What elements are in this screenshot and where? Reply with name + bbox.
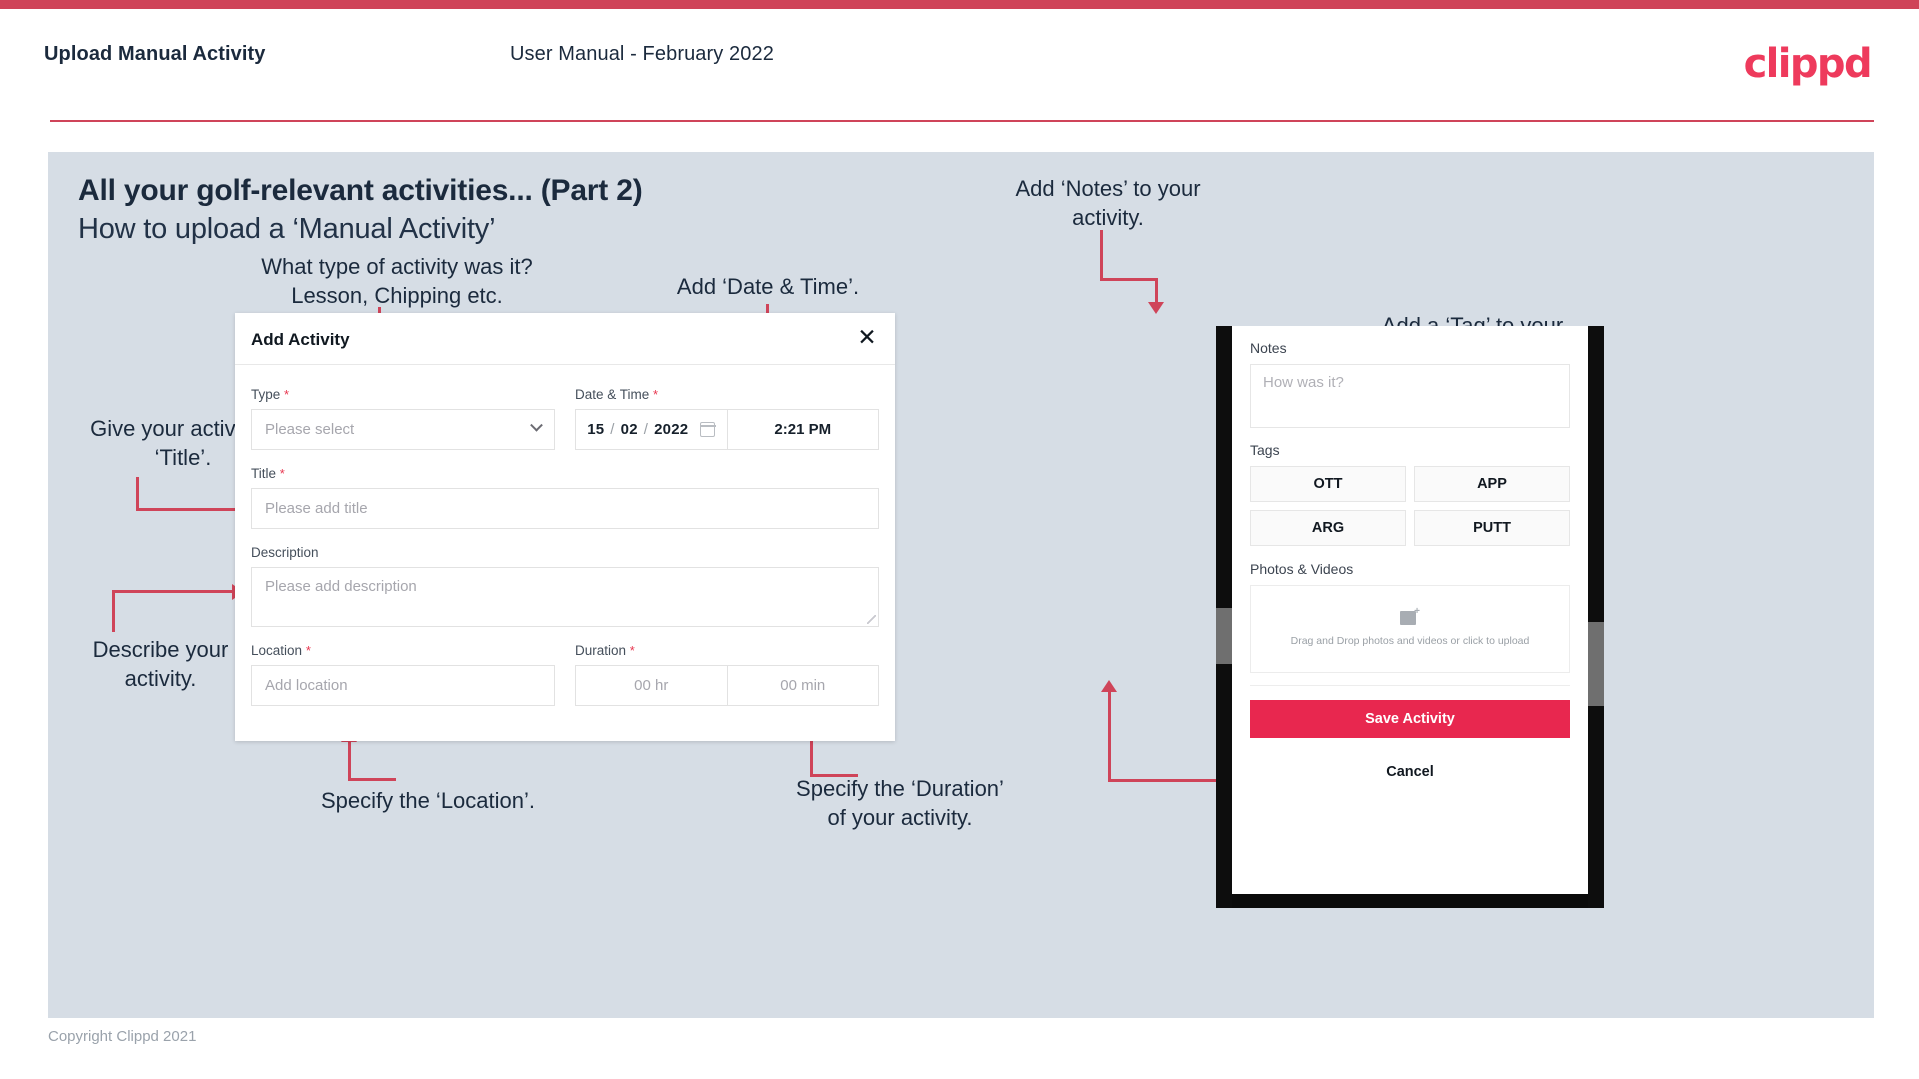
close-icon[interactable]: ✕ [853, 323, 881, 351]
header-center-title: User Manual - February 2022 [510, 43, 774, 65]
notes-placeholder: How was it? [1263, 374, 1344, 391]
cancel-button[interactable]: Cancel [1250, 764, 1570, 780]
date-year: 2022 [654, 421, 689, 438]
description-textarea[interactable]: Please add description [251, 567, 879, 627]
arrow-notes-seg-h [1100, 278, 1158, 281]
page-title: All your golf-relevant activities... (Pa… [78, 174, 643, 207]
arrow-title-seg-h [136, 508, 248, 511]
annotation-datetime: Add ‘Date & Time’. [676, 274, 860, 299]
date-sep-1: / [610, 421, 615, 438]
slide-page: Upload Manual Activity User Manual - Feb… [0, 0, 1919, 1079]
arrow-save-seg-v [1108, 692, 1111, 781]
datetime-control: 15 / 02 / 2022 2:21 PM [575, 409, 879, 450]
form-row-location-duration: Location * Add location Duration * 00 hr… [251, 643, 879, 706]
title-label: Title * [251, 466, 285, 481]
dialog-title: Add Activity [251, 330, 350, 349]
arrow-duration-seg-v [810, 740, 813, 776]
description-label: Description [251, 545, 319, 560]
type-select[interactable]: Please select [251, 409, 555, 450]
duration-control: 00 hr 00 min [575, 665, 879, 706]
field-datetime: Date & Time * 15 / 02 / 2022 2:21 PM [575, 387, 879, 450]
duration-label: Duration * [575, 643, 635, 658]
activity-form: Type * Please select Date & Time * 15 / … [235, 365, 895, 706]
arrow-title-seg-v [136, 477, 139, 510]
datetime-label: Date & Time * [575, 387, 659, 402]
arrow-duration-seg-h [810, 774, 858, 777]
add-image-icon: + [1400, 607, 1420, 626]
arrow-notes-seg-v1 [1100, 230, 1103, 280]
phone-left-bezel [1216, 326, 1232, 908]
duration-minutes-input[interactable]: 00 min [726, 666, 879, 705]
header-left-title: Upload Manual Activity [44, 43, 266, 65]
header-divider [50, 120, 1874, 122]
required-marker: * [284, 387, 290, 402]
tag-button-putt[interactable]: PUTT [1414, 510, 1570, 546]
phone-power-button [1588, 622, 1604, 706]
clippd-logo: clippd [1743, 41, 1873, 87]
title-input[interactable]: Please add title [251, 488, 879, 529]
required-marker: * [653, 387, 659, 402]
description-placeholder: Please add description [265, 578, 417, 595]
required-marker: * [279, 466, 285, 481]
tag-button-ott[interactable]: OTT [1250, 466, 1406, 502]
calendar-icon[interactable] [699, 422, 716, 437]
date-day: 15 [587, 421, 605, 438]
tag-button-arg[interactable]: ARG [1250, 510, 1406, 546]
phone-divider [1250, 685, 1570, 686]
arrow-desc-seg-v [112, 590, 115, 632]
field-type: Type * Please select [251, 387, 555, 450]
footer-copyright: Copyright Clippd 2021 [48, 1028, 197, 1045]
field-location: Location * Add location [251, 643, 555, 706]
phone-volume-button [1216, 608, 1232, 664]
field-description: Description Please add description [251, 545, 879, 627]
type-placeholder: Please select [265, 421, 355, 438]
location-label: Location * [251, 643, 311, 658]
phone-mockup: Notes How was it? Tags OTT APP ARG PUTT … [1216, 326, 1604, 908]
arrow-location-seg-v [348, 742, 351, 780]
form-row-type-datetime: Type * Please select Date & Time * 15 / … [251, 387, 879, 450]
chevron-down-icon [530, 418, 543, 432]
field-duration: Duration * 00 hr 00 min [575, 643, 879, 706]
phone-right-bezel [1588, 326, 1604, 908]
location-placeholder: Add location [265, 677, 348, 694]
save-activity-button[interactable]: Save Activity [1250, 700, 1570, 738]
arrow-desc-seg-h [112, 590, 234, 593]
dialog-header: Add Activity ✕ [235, 313, 895, 365]
tags-group: OTT APP ARG PUTT [1250, 466, 1570, 546]
photos-label: Photos & Videos [1250, 561, 1354, 577]
date-input[interactable]: 15 / 02 / 2022 [576, 410, 727, 449]
field-title: Title * Please add title [251, 466, 879, 529]
tag-button-app[interactable]: APP [1414, 466, 1570, 502]
phone-screen: Notes How was it? Tags OTT APP ARG PUTT … [1232, 326, 1588, 894]
notes-textarea[interactable]: How was it? [1250, 364, 1570, 428]
arrow-save-head [1101, 680, 1117, 692]
add-activity-dialog: Add Activity ✕ Type * Please select Date… [235, 313, 895, 741]
photo-dropzone[interactable]: + Drag and Drop photos and videos or cli… [1250, 585, 1570, 673]
arrow-notes-head [1148, 302, 1164, 314]
dropzone-text: Drag and Drop photos and videos or click… [1290, 635, 1530, 647]
annotation-notes: Add ‘Notes’ to your activity. [1015, 176, 1201, 230]
arrow-notes-seg-v2 [1155, 278, 1158, 304]
required-marker: * [305, 643, 311, 658]
tags-label: Tags [1250, 442, 1280, 458]
date-sep-2: / [643, 421, 649, 438]
annotation-type: What type of activity was it? Lesson, Ch… [261, 254, 533, 308]
duration-hours-input[interactable]: 00 hr [576, 666, 727, 705]
arrow-location-seg-h [348, 778, 396, 781]
annotation-location: Specify the ‘Location’. [320, 788, 536, 813]
title-placeholder: Please add title [265, 500, 368, 517]
top-accent-strip [0, 0, 1919, 9]
date-month: 02 [620, 421, 638, 438]
annotation-duration: Specify the ‘Duration’ of your activity. [796, 776, 1004, 830]
required-marker: * [629, 643, 635, 658]
page-subtitle: How to upload a ‘Manual Activity’ [78, 213, 496, 245]
notes-label: Notes [1250, 340, 1287, 356]
location-input[interactable]: Add location [251, 665, 555, 706]
time-input[interactable]: 2:21 PM [726, 410, 879, 449]
type-label: Type * [251, 387, 290, 402]
